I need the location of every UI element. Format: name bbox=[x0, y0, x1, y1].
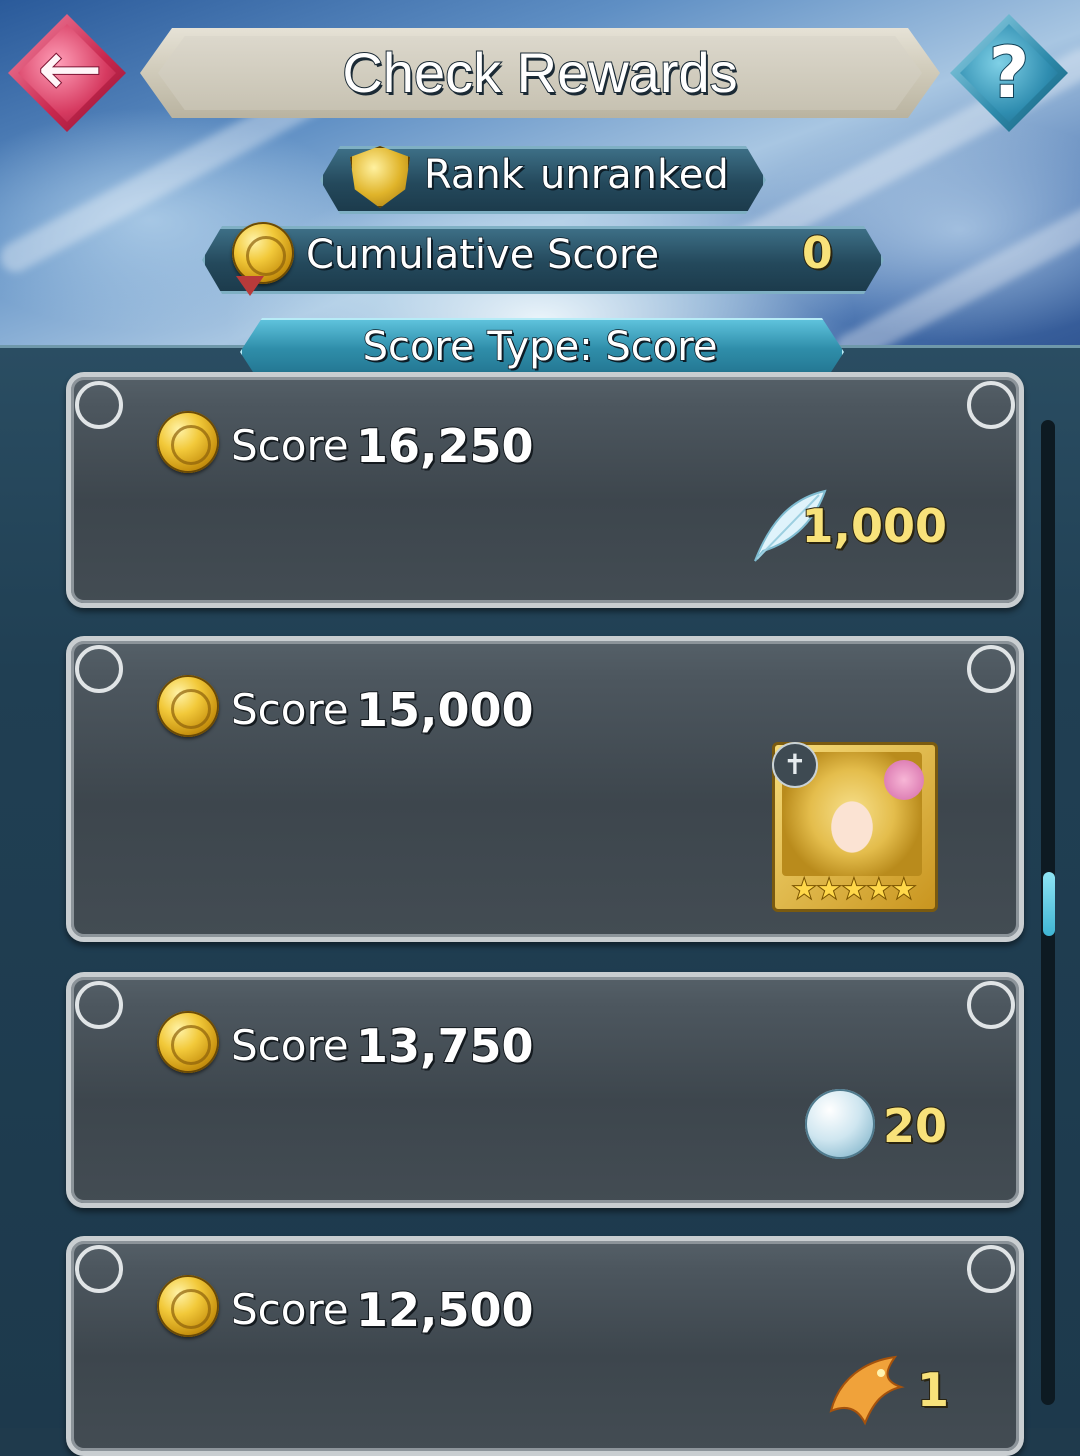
score-medal-icon bbox=[157, 675, 219, 737]
score-medal-icon bbox=[157, 411, 219, 473]
reward-score-label: Score bbox=[230, 684, 349, 735]
reward-score-value: 15,000 bbox=[355, 682, 535, 738]
reward-score-label: Score bbox=[230, 1020, 349, 1071]
golden-bird-icon bbox=[829, 1355, 905, 1426]
reward-card: Score 13,750 20 bbox=[66, 972, 1024, 1208]
scrollbar-thumb[interactable] bbox=[1043, 872, 1055, 936]
reward-score-label: Score bbox=[230, 420, 349, 471]
score-medal-icon bbox=[157, 1275, 219, 1337]
score-medal-icon bbox=[157, 1011, 219, 1073]
cumulative-score-label: Cumulative Score bbox=[305, 231, 660, 279]
reward-quantity: 20 bbox=[882, 1098, 948, 1154]
rank-label: Rank bbox=[423, 151, 524, 199]
rank-value: unranked bbox=[539, 151, 729, 199]
card-corner-ornament bbox=[75, 381, 123, 429]
reward-quantity: 1,000 bbox=[800, 498, 948, 554]
card-corner-ornament bbox=[967, 981, 1015, 1029]
reward-card: Score 12,500 1 bbox=[66, 1236, 1024, 1456]
reward-score-value: 16,250 bbox=[355, 418, 535, 474]
reward-card: Score 16,250 1,000 bbox=[66, 372, 1024, 608]
card-corner-ornament bbox=[75, 1245, 123, 1293]
score-type-label: Score Type: Score bbox=[362, 323, 718, 371]
card-corner-ornament bbox=[967, 645, 1015, 693]
reward-score-value: 13,750 bbox=[355, 1018, 535, 1074]
score-medal-icon bbox=[232, 222, 294, 284]
flower-icon bbox=[884, 760, 924, 800]
reward-quantity: 1 bbox=[916, 1362, 950, 1418]
cumulative-score-value: 0 bbox=[801, 227, 834, 280]
page-title: Check Rewards bbox=[341, 40, 738, 105]
card-corner-ornament bbox=[75, 645, 123, 693]
card-corner-ornament bbox=[967, 1245, 1015, 1293]
card-corner-ornament bbox=[967, 381, 1015, 429]
back-arrow-icon[interactable]: ← bbox=[20, 23, 120, 115]
reward-score-label: Score bbox=[230, 1284, 349, 1335]
rarity-stars: ★★★★★ bbox=[790, 872, 917, 908]
bow-weapon-icon: ✝ bbox=[772, 742, 818, 788]
card-corner-ornament bbox=[75, 981, 123, 1029]
reward-score-value: 12,500 bbox=[355, 1282, 535, 1338]
help-question-icon[interactable]: ? bbox=[950, 24, 1068, 122]
medal-ribbon bbox=[236, 276, 264, 296]
